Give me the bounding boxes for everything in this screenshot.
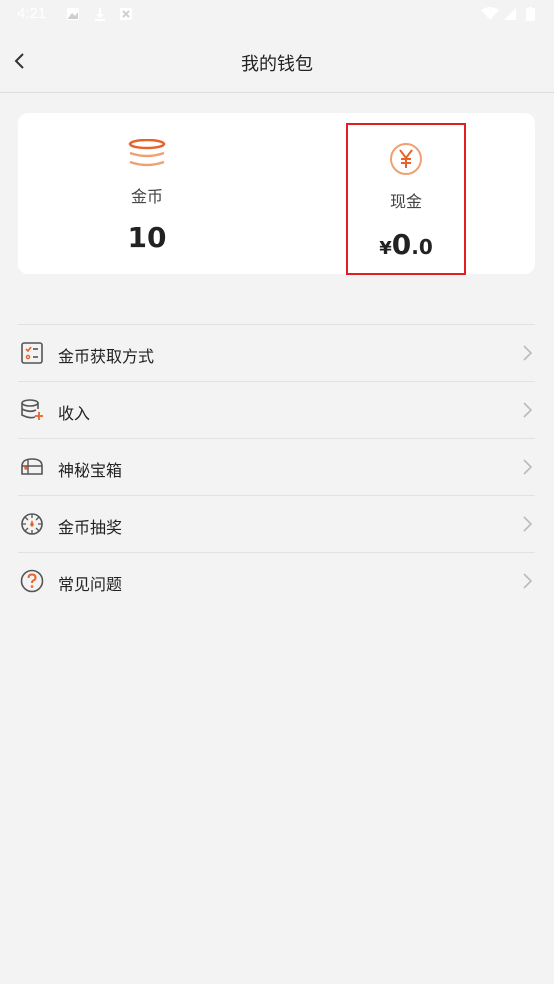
- coin-stack-plus-icon: [21, 399, 43, 420]
- menu-label-faq: 常见问题: [58, 575, 123, 594]
- chevron-right-icon: [523, 459, 533, 475]
- menu-item-income[interactable]: 收入: [18, 381, 535, 438]
- cash-label: 现金: [389, 192, 422, 211]
- menu-item-coin-methods[interactable]: 金币获取方式: [18, 324, 535, 381]
- treasure-chest-icon: [21, 458, 43, 475]
- cash-value: ¥0.0: [348, 228, 464, 261]
- chevron-right-icon: [523, 516, 533, 532]
- signal-icon: [504, 8, 516, 20]
- cash-section[interactable]: 现金 ¥0.0: [346, 123, 466, 275]
- coin-stack-icon: [128, 139, 166, 167]
- page-title: 我的钱包: [241, 54, 313, 75]
- yuan-coin-icon: [390, 143, 422, 175]
- menu-item-mystery-box[interactable]: 神秘宝箱: [18, 438, 535, 495]
- app-notification-icon: [120, 8, 132, 20]
- status-bar: 4:21: [0, 0, 554, 30]
- menu-item-coin-lottery[interactable]: 金币抽奖: [18, 495, 535, 552]
- menu-label-coin-methods: 金币获取方式: [58, 347, 155, 366]
- image-notification-icon: [67, 8, 79, 20]
- menu-label-coin-lottery: 金币抽奖: [58, 518, 123, 537]
- wifi-icon: [481, 7, 499, 20]
- coins-section[interactable]: 金币 10: [18, 113, 276, 274]
- wallet-card: 金币 10 现金 ¥0.0: [18, 113, 535, 275]
- coins-value: 10: [127, 221, 167, 254]
- cash-integer: 0: [391, 228, 412, 261]
- status-time: 4:21: [17, 5, 47, 22]
- chevron-right-icon: [523, 573, 533, 589]
- cash-decimal: .0: [411, 235, 433, 259]
- menu-label-income: 收入: [58, 404, 91, 423]
- lottery-wheel-icon: [21, 513, 43, 535]
- menu-item-faq[interactable]: 常见问题: [18, 552, 535, 609]
- battery-icon: [526, 7, 535, 21]
- menu-label-mystery-box: 神秘宝箱: [58, 461, 123, 480]
- currency-symbol: ¥: [379, 238, 392, 259]
- task-list-icon: [21, 342, 43, 364]
- app-bar: 我的钱包: [0, 30, 554, 93]
- chevron-right-icon: [523, 345, 533, 361]
- question-circle-icon: [20, 569, 44, 593]
- wallet-menu: 金币获取方式 收入 神秘宝箱 金币抽奖 常见问题: [18, 324, 535, 609]
- coins-label: 金币: [130, 187, 163, 206]
- chevron-right-icon: [523, 402, 533, 418]
- download-notification-icon: [95, 8, 105, 21]
